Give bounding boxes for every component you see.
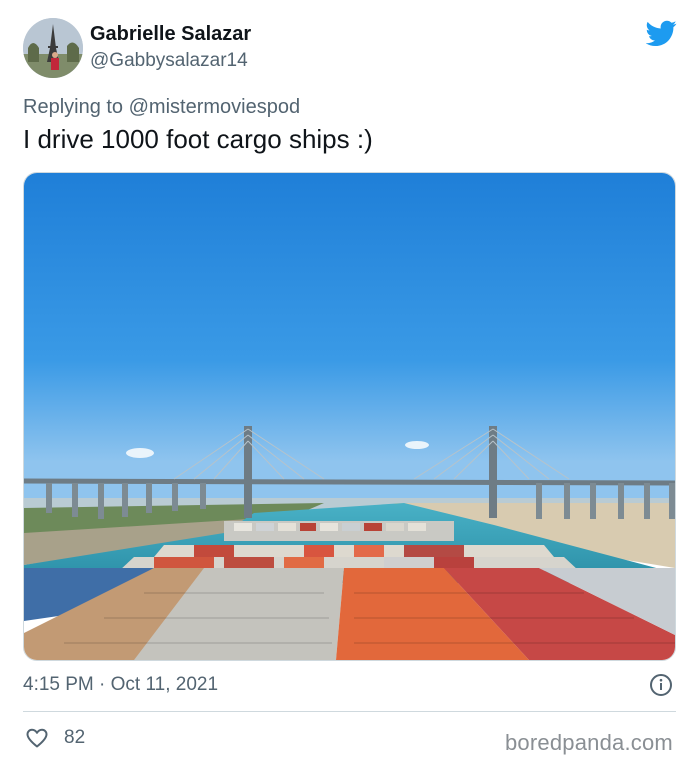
divider bbox=[23, 711, 676, 712]
avatar-photo bbox=[23, 18, 83, 78]
avatar[interactable] bbox=[23, 18, 83, 78]
tweet-text: I drive 1000 foot cargo ships :) bbox=[23, 124, 373, 154]
author-handle[interactable]: @Gabbysalazar14 bbox=[90, 50, 248, 72]
twitter-bird-icon[interactable] bbox=[646, 20, 677, 47]
author-display-name[interactable]: Gabrielle Salazar bbox=[90, 23, 251, 46]
like-count: 82 bbox=[64, 727, 86, 748]
heart-icon[interactable] bbox=[25, 726, 49, 750]
tweet-media[interactable] bbox=[23, 172, 676, 661]
tweet-timestamp[interactable]: 4:15 PM · Oct 11, 2021 bbox=[23, 674, 218, 696]
info-icon[interactable] bbox=[649, 673, 673, 697]
reply-target-link[interactable]: @mistermoviespod bbox=[129, 96, 300, 118]
watermark: boredpanda.com bbox=[505, 730, 673, 755]
tweet-card: Gabrielle Salazar @Gabbysalazar14 Replyi… bbox=[0, 0, 700, 764]
photo-cargo-ship-bridge bbox=[24, 173, 675, 660]
reply-label: Replying to bbox=[23, 96, 124, 118]
reply-context: Replying to @mistermoviespod bbox=[23, 96, 300, 119]
